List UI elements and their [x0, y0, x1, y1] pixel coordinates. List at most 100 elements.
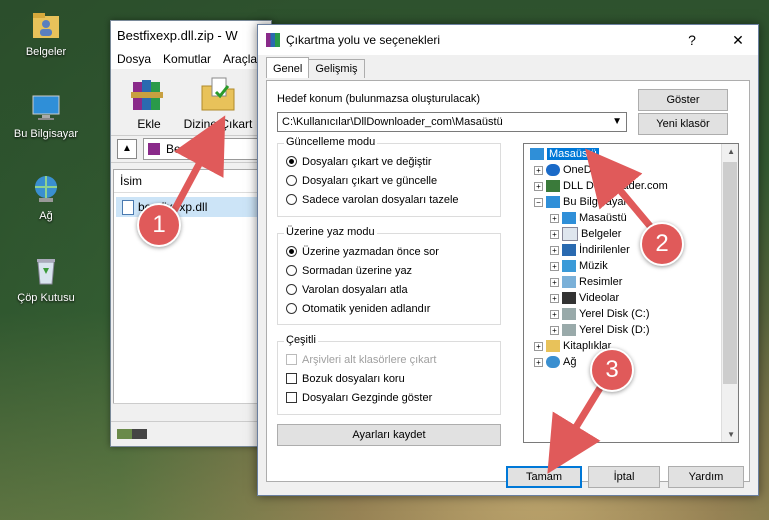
ok-button[interactable]: Tamam — [506, 466, 582, 488]
radio[interactable] — [286, 194, 297, 205]
option-label: Sadece varolan dosyaları tazele — [302, 193, 459, 206]
expand-icon[interactable]: + — [550, 261, 559, 271]
tree-vertical-scrollbar[interactable]: ▲ ▼ — [721, 144, 738, 442]
misc-group: Çeşitli Arşivleri alt klasörlere çıkart … — [277, 334, 501, 415]
destination-path-combo[interactable]: C:\Kullanıcılar\DllDownloader_com\Masaüs… — [277, 112, 627, 132]
update-option-update[interactable]: Dosyaları çıkart ve güncelle — [278, 171, 500, 190]
overwrite-mode-group: Üzerine yaz modu Üzerine yazmadan önce s… — [277, 226, 501, 325]
tab-advanced[interactable]: Gelişmiş — [308, 59, 365, 78]
tree-label: Videolar — [579, 292, 620, 304]
tree-item-this-pc[interactable]: − Bu Bilgisayar — [534, 194, 627, 210]
expand-icon[interactable]: + — [534, 165, 543, 175]
tree-item-pictures[interactable]: + Resimler — [550, 274, 622, 290]
overwrite-option-skip[interactable]: Varolan dosyaları atla — [278, 280, 500, 299]
tree-item-network[interactable]: + Ağ — [534, 354, 576, 370]
winrar-address-bar: ▲ Bestfixexp. — [111, 135, 271, 163]
folder-tree[interactable]: Masaüstü + OneDrive + DLL Downloader.com… — [523, 143, 739, 443]
drive-key-icon — [117, 429, 147, 439]
tree-label: Masaüstü — [547, 148, 599, 160]
tree-item-desktop[interactable]: Masaüstü — [530, 146, 599, 162]
desktop-icon-network[interactable]: Ağ — [6, 172, 86, 222]
radio[interactable] — [286, 284, 297, 295]
documents-icon — [562, 227, 578, 241]
expand-icon[interactable]: + — [550, 245, 559, 255]
misc-option-show-in-explorer[interactable]: Dosyaları Gezginde göster — [278, 388, 500, 407]
tree-item-disk-c[interactable]: + Yerel Disk (C:) — [550, 306, 650, 322]
expand-icon[interactable]: + — [534, 341, 543, 351]
winrar-window[interactable]: Bestfixexp.dll.zip - W Dosya Komutlar Ar… — [110, 20, 272, 447]
tree-item-downloads[interactable]: + İndirilenler — [550, 242, 630, 258]
tree-item-pc-desktop[interactable]: + Masaüstü — [550, 210, 627, 226]
tree-item-music[interactable]: + Müzik — [550, 258, 608, 274]
winrar-statusbar — [111, 421, 271, 446]
tree-item-onedrive[interactable]: + OneDrive — [534, 162, 609, 178]
checkbox-disabled — [286, 354, 297, 365]
radio[interactable] — [286, 175, 297, 186]
radio[interactable] — [286, 265, 297, 276]
update-option-freshen[interactable]: Sadece varolan dosyaları tazele — [278, 190, 500, 209]
network-icon — [29, 172, 63, 206]
tab-general[interactable]: Genel — [266, 57, 310, 78]
up-folder-button[interactable]: ▲ — [117, 139, 137, 159]
tree-item-documents[interactable]: + Belgeler — [550, 226, 621, 242]
overwrite-option-rename[interactable]: Otomatik yeniden adlandır — [278, 299, 500, 318]
expand-icon[interactable]: + — [550, 213, 559, 223]
winrar-horizontal-scrollbar[interactable] — [113, 403, 269, 420]
recycle-bin-icon — [29, 254, 63, 288]
expand-icon[interactable]: + — [550, 229, 559, 239]
close-icon[interactable]: ✕ — [718, 32, 758, 49]
option-label: Varolan dosyaları atla — [302, 283, 408, 296]
misc-option-keep-broken[interactable]: Bozuk dosyaları koru — [278, 369, 500, 388]
option-label: Bozuk dosyaları koru — [302, 372, 405, 385]
checkbox[interactable] — [286, 392, 297, 403]
library-icon — [546, 340, 560, 352]
menu-tools[interactable]: Araçla — [223, 52, 257, 66]
help-title-button[interactable]: ? — [672, 32, 712, 48]
tree-item-videos[interactable]: + Videolar — [550, 290, 619, 306]
expand-icon[interactable]: + — [534, 357, 543, 367]
tree-label: OneDrive — [563, 164, 610, 176]
tree-item-dlldownloader[interactable]: + DLL Downloader.com — [534, 178, 668, 194]
collapse-icon[interactable]: − — [534, 197, 543, 207]
scroll-thumb[interactable] — [723, 162, 737, 384]
overwrite-option-no-ask[interactable]: Sormadan üzerine yaz — [278, 261, 500, 280]
desktop-icon-recycle-bin[interactable]: Çöp Kutusu — [6, 254, 86, 304]
expand-icon[interactable]: + — [534, 181, 543, 191]
expand-icon[interactable]: + — [550, 293, 559, 303]
column-name-header[interactable]: İsim — [114, 170, 268, 193]
extract-folder-icon — [198, 74, 238, 114]
menu-file[interactable]: Dosya — [117, 52, 151, 66]
option-label: Otomatik yeniden adlandır — [302, 302, 431, 315]
update-option-replace[interactable]: Dosyaları çıkart ve değiştir — [278, 152, 500, 171]
step-badge-2: 2 — [640, 222, 684, 266]
desktop-icon-this-pc[interactable]: Bu Bilgisayar — [6, 90, 86, 140]
new-folder-button[interactable]: Yeni klasör — [638, 113, 728, 135]
expand-icon[interactable]: + — [550, 309, 559, 319]
scroll-down-icon[interactable]: ▼ — [727, 430, 735, 439]
save-settings-button[interactable]: Ayarları kaydet — [277, 424, 501, 446]
destination-label: Hedef konum (bulunmazsa oluşturulacak) — [277, 93, 480, 105]
expand-icon[interactable]: + — [550, 325, 559, 335]
radio-selected[interactable] — [286, 246, 297, 257]
expand-icon[interactable]: + — [550, 277, 559, 287]
tree-item-disk-d[interactable]: + Yerel Disk (D:) — [550, 322, 650, 338]
extract-options-dialog[interactable]: Çıkartma yolu ve seçenekleri ? ✕ Genel G… — [257, 24, 759, 496]
scroll-up-icon[interactable]: ▲ — [727, 147, 735, 156]
menu-commands[interactable]: Komutlar — [163, 52, 211, 66]
option-label: Dosyaları Gezginde göster — [302, 391, 433, 404]
overwrite-option-ask[interactable]: Üzerine yazmadan önce sor — [278, 242, 500, 261]
radio[interactable] — [286, 303, 297, 314]
show-button[interactable]: Göster — [638, 89, 728, 111]
extract-to-button[interactable]: Dizine Çıkart — [183, 74, 253, 131]
winrar-path-field[interactable]: Bestfixexp. — [143, 138, 271, 160]
winrar-file-list[interactable]: İsim bestfixexp.dll — [113, 169, 269, 420]
cancel-button[interactable]: İptal — [588, 466, 660, 488]
chevron-down-icon[interactable]: ▼ — [612, 116, 622, 127]
desktop-icon-documents[interactable]: Belgeler — [6, 8, 86, 58]
checkbox[interactable] — [286, 373, 297, 384]
radio-selected[interactable] — [286, 156, 297, 167]
help-button[interactable]: Yardım — [668, 466, 744, 488]
add-label: Ekle — [137, 117, 161, 131]
add-button[interactable]: Ekle — [119, 74, 179, 131]
general-panel: Hedef konum (bulunmazsa oluşturulacak) C… — [266, 80, 750, 482]
